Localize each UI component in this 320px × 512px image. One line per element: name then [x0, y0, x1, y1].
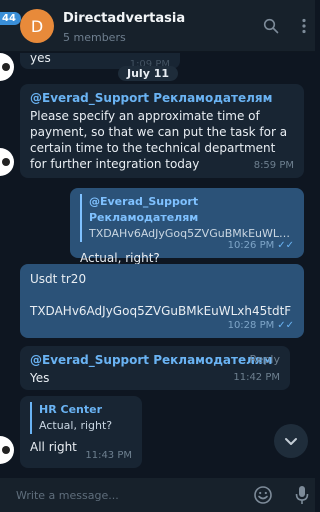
message-time: 11:43 PM: [85, 450, 132, 461]
reply-sender-name: HR Center: [39, 403, 103, 416]
reply-preview[interactable]: HR Center Actual, right?: [30, 402, 132, 434]
message-bubble[interactable]: @Everad_Support Рекламодателям Please sp…: [20, 84, 304, 178]
avatar-letter: D: [30, 16, 44, 36]
message-time: 8:59 PM: [253, 160, 294, 171]
message-time: 10:26 PM ✓✓: [227, 240, 294, 251]
chevron-down-icon: [285, 438, 297, 445]
search-icon[interactable]: [263, 18, 279, 34]
chat-header: 44 D Directadvertasia 5 members: [0, 0, 315, 52]
group-avatar[interactable]: D: [20, 9, 54, 43]
message-text-line: Usdt tr20: [30, 272, 87, 286]
message-bubble[interactable]: HR Center Actual, right? All right 11:43…: [20, 396, 142, 468]
sender-avatar[interactable]: [0, 436, 14, 464]
sender-name[interactable]: @Everad_Support Рекламодателям: [30, 90, 294, 106]
message-bubble[interactable]: @Everad_Support Рекламодателям Reply Yes…: [20, 346, 290, 390]
message-input[interactable]: [16, 486, 236, 504]
reply-text: Actual, right?: [39, 419, 113, 432]
message-text: yes: [30, 53, 51, 65]
more-vertical-icon[interactable]: [296, 18, 312, 34]
date-separator: July 11: [118, 66, 179, 81]
sender-avatar[interactable]: [0, 148, 14, 176]
message-text-line: TXDAHv6AdJyGoq5ZVGuBMkEuWLxh45tdtF: [30, 304, 292, 318]
sender-avatar[interactable]: [0, 53, 14, 81]
sender-name[interactable]: @Everad_Support Рекламодателям: [30, 352, 280, 368]
message-list[interactable]: yes 1:09 PM July 11 @Everad_Support Рекл…: [0, 53, 315, 478]
message-time: 10:28 PM ✓✓: [227, 320, 294, 331]
scroll-to-bottom-button[interactable]: [274, 424, 308, 458]
message-bubble[interactable]: @Everad_Support Рекламодателям TXDAHv6Ad…: [70, 188, 304, 265]
message-composer: [0, 478, 315, 512]
reply-preview[interactable]: @Everad_Support Рекламодателям TXDAHv6Ad…: [80, 194, 294, 242]
emoji-icon[interactable]: [253, 485, 273, 505]
chat-title[interactable]: Directadvertasia: [63, 11, 185, 26]
reply-sender-name: @Everad_Support Рекламодателям: [89, 195, 199, 224]
unread-count-badge[interactable]: 44: [0, 12, 21, 25]
message-time: 11:42 PM: [233, 372, 280, 383]
double-check-icon: ✓✓: [277, 240, 294, 251]
member-count[interactable]: 5 members: [63, 31, 126, 44]
microphone-icon[interactable]: [294, 485, 310, 505]
double-check-icon: ✓✓: [277, 320, 294, 331]
reply-button[interactable]: Reply: [250, 352, 280, 368]
message-bubble[interactable]: Usdt tr20 TXDAHv6AdJyGoq5ZVGuBMkEuWLxh45…: [20, 264, 304, 338]
